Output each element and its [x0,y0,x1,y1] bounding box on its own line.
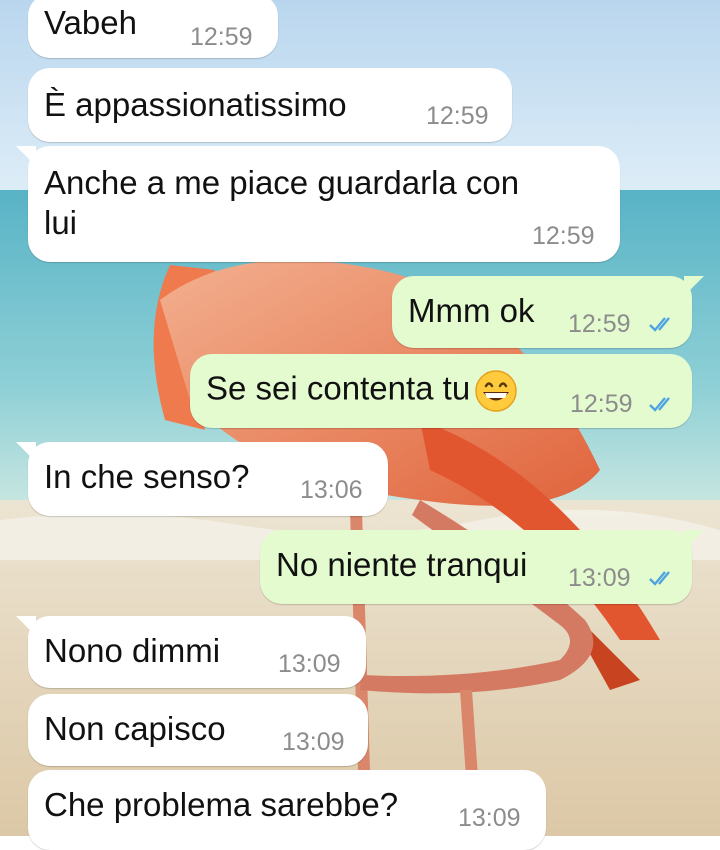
message-text-line1: Anche a me piace guardarla con [44,164,520,201]
bubble-tail [16,442,36,462]
message-text: Che problema sarebbe? [44,786,399,823]
bubble-tail [16,616,36,636]
bubble-tail [684,276,704,296]
message-timestamp: 12:59 [532,222,595,250]
read-ticks-icon [649,317,670,332]
message-bubble-incoming[interactable]: È appassionatissimo 12:59 [28,68,512,142]
message-bubble-incoming[interactable]: Vabeh 12:59 [28,0,278,58]
message-list[interactable]: Vabeh 12:59 È appassionatissimo 12:59 An… [0,0,720,850]
read-ticks-icon [649,397,670,412]
message-bubble-incoming[interactable]: In che senso? 13:06 [16,442,388,516]
message-text: Vabeh [44,4,137,41]
bubble-tail [16,146,36,166]
message-bubble-incoming[interactable]: Non capisco 13:09 [28,694,368,766]
message-timestamp: 13:09 [278,650,341,678]
message-bubble-incoming[interactable]: Anche a me piace guardarla con lui 12:59 [16,146,620,262]
message-text: In che senso? [44,458,250,495]
message-bubble-incoming[interactable]: Che problema sarebbe? 13:09 [28,770,546,850]
message-text-line2: lui [44,204,78,241]
message-timestamp: 12:59 [426,102,489,130]
message-timestamp: 13:09 [458,804,521,832]
message-text: Nono dimmi [44,632,221,669]
message-timestamp: 13:06 [300,476,363,504]
grinning-face-icon [475,370,517,412]
message-timestamp: 12:59 [568,310,631,338]
message-text: No niente tranqui [276,546,528,583]
message-text: Mmm ok [408,292,535,329]
message-timestamp: 13:09 [568,564,631,592]
read-ticks-icon [649,571,670,586]
message-timestamp: 12:59 [570,390,633,418]
bubble-tail [684,530,704,550]
message-timestamp: 13:09 [282,728,345,756]
message-text: È appassionatissimo [44,86,347,123]
message-bubble-outgoing[interactable]: Mmm ok 12:59 [392,276,704,348]
message-text-content: Se sei contenta tu [206,369,471,407]
message-bubble-incoming[interactable]: Nono dimmi 13:09 [16,616,366,688]
message-bubble-outgoing[interactable]: Se sei contenta tu 12:59 [190,354,692,428]
message-bubble-outgoing[interactable]: No niente tranqui 13:09 [260,530,704,604]
message-text: Se sei contenta tu [206,369,518,413]
message-timestamp: 12:59 [190,23,253,51]
message-text: Non capisco [44,710,226,747]
